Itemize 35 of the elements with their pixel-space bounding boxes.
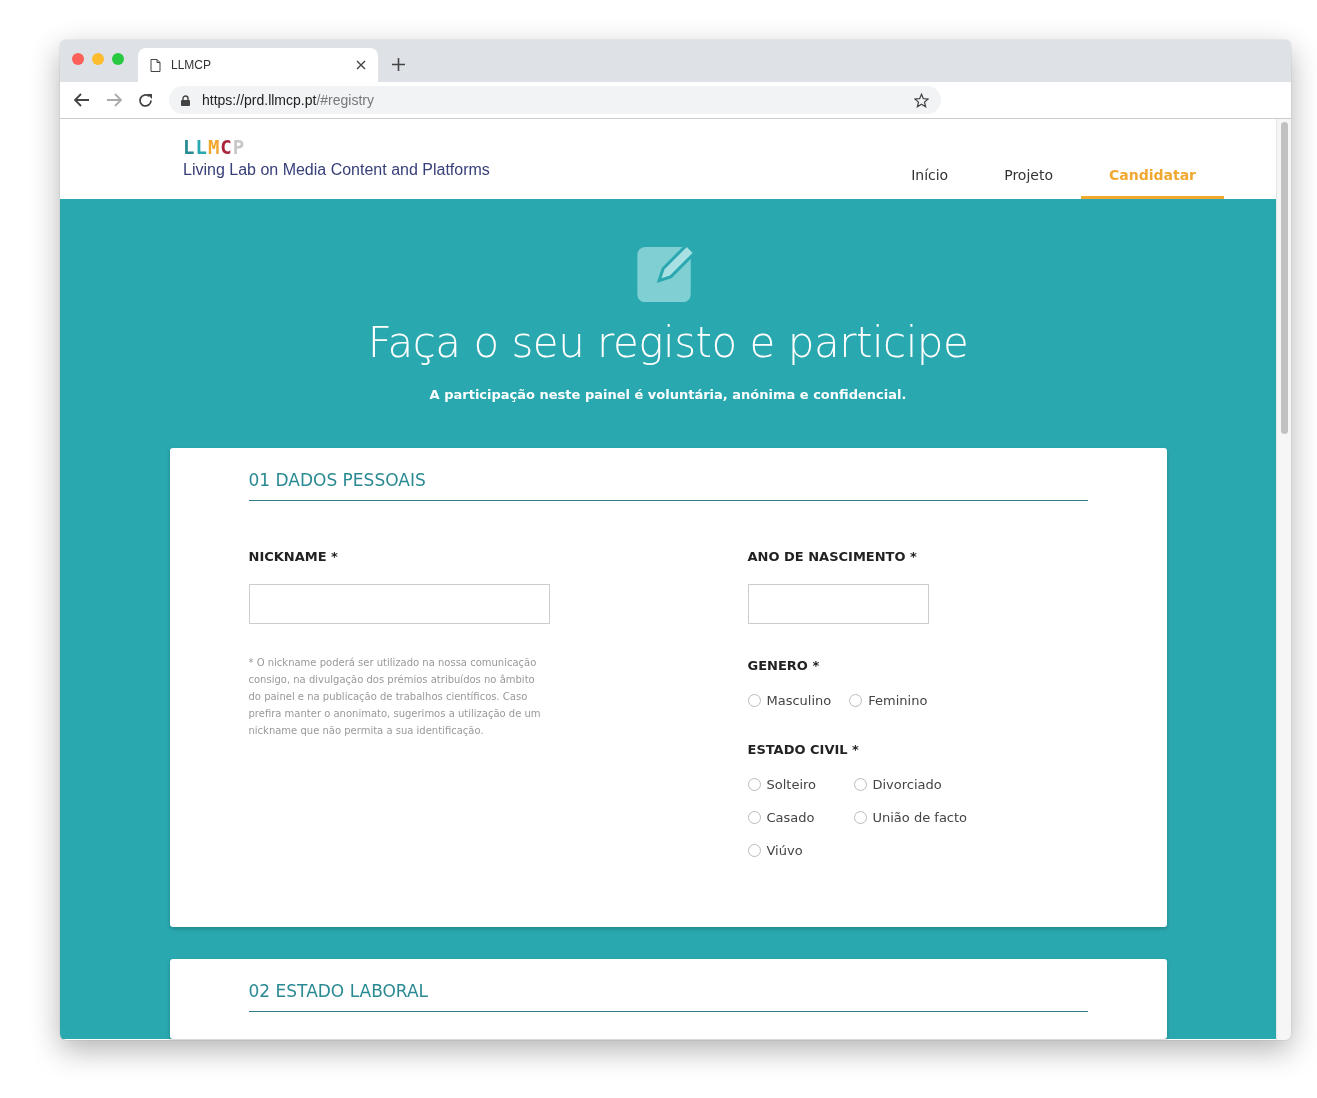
minimize-light-icon[interactable] [92,53,104,65]
document-icon [150,58,161,72]
page-subtitle: A participação neste painel é voluntária, anónima e confidencial. [429,387,907,403]
field-label: ESTADO CIVIL * [747,742,859,758]
field-label: ANO DE NASCIMENTO * [747,549,917,565]
nickname-note: * O nickname poderá ser utilizado na nossa comunicação consigo, na divulgação dos prémios atribuídos no âmbito do painel e na publicação de trabalhos científicos. Caso prefira manter o anonimato, sugerimos a utilização de um nickname que não permita a sua identificação. [248,656,542,739]
site-tagline: Living Lab on Media Content and Platforms [183,161,490,179]
back-icon[interactable] [74,93,90,107]
radio-option[interactable]: Masculino [747,693,832,709]
lock-icon [181,94,190,106]
address-field[interactable]: https://prd.llmcp.pt/#registry [169,86,941,114]
radio-option[interactable]: Casado [747,810,854,826]
close-icon[interactable] [356,60,366,70]
nav-link[interactable]: Início [883,166,977,199]
birth-year-field[interactable] [747,584,929,625]
radio-option[interactable]: Divorciado [853,777,968,793]
section-heading: 01 DADOS PESSOAIS [248,470,1088,502]
field-label: NICKNAME * [248,549,338,565]
radio-option[interactable]: Solteiro [747,777,854,793]
scrollbar-thumb[interactable] [1280,122,1288,434]
star-icon[interactable] [914,92,929,108]
new-tab-icon[interactable] [392,57,405,71]
reload-icon[interactable] [138,92,153,108]
nickname-field[interactable] [248,584,550,625]
forward-icon[interactable] [106,93,122,107]
browser-tab[interactable]: LLMCP [138,48,378,82]
close-light-icon[interactable] [72,53,84,65]
nav-link[interactable]: Projeto [976,166,1081,199]
radio-option[interactable]: União de facto [853,810,968,826]
zoom-light-icon[interactable] [112,53,124,65]
section-heading: 02 ESTADO LABORAL [248,981,1088,1012]
field-label: GENERO * [747,658,820,674]
radio-option[interactable]: Viúvo [747,843,854,859]
page-title: Faça o seu registo e participe [367,318,969,368]
radio-option[interactable]: Feminino [849,693,928,709]
